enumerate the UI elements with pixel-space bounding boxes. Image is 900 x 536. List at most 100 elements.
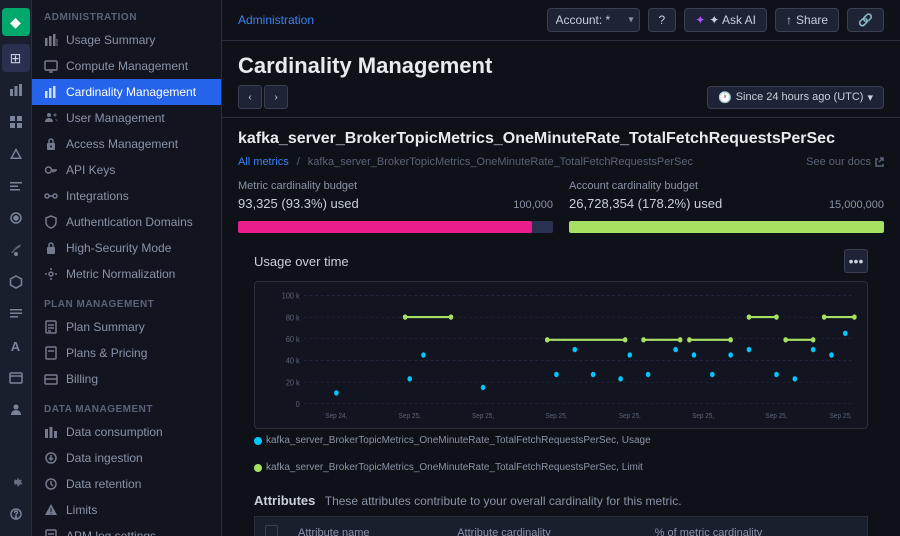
nav-label-metric-norm: Metric Normalization	[66, 267, 175, 281]
nav-panel: ADMINISTRATION Usage Summary Compute Man…	[32, 0, 222, 536]
next-arrow[interactable]: ›	[264, 85, 288, 109]
metric-bar-fill	[238, 221, 532, 233]
link-button[interactable]: 🔗	[847, 8, 884, 32]
top-bar: Administration Account: * ▾ ? ✦ ✦ Ask AI…	[222, 0, 900, 41]
attributes-desc: These attributes contribute to your over…	[325, 494, 682, 508]
see-docs-link[interactable]: See our docs	[806, 156, 884, 168]
nav-label-data-ingestion: Data ingestion	[66, 451, 143, 465]
help-circle-icon[interactable]	[2, 500, 30, 528]
brand-icon[interactable]: ◆	[2, 8, 30, 36]
svg-text:Sep 25,: Sep 25,	[545, 412, 567, 420]
breadcrumb-sep: /	[297, 156, 300, 168]
alert-icon[interactable]	[2, 140, 30, 168]
nav-item-plan-summary[interactable]: Plan Summary	[32, 314, 221, 340]
chart-title: Usage over time	[254, 254, 349, 269]
nav-item-integrations[interactable]: Integrations	[32, 183, 221, 209]
nav-item-auth-domains[interactable]: Authentication Domains	[32, 209, 221, 235]
nav-item-user-management[interactable]: User Management	[32, 105, 221, 131]
account-bar-fill	[569, 221, 884, 233]
attributes-title: Attributes	[254, 493, 315, 508]
nav-item-compute-management[interactable]: Compute Management	[32, 53, 221, 79]
nav-item-access-management[interactable]: Access Management	[32, 131, 221, 157]
svg-text:Sep 25,: Sep 25,	[765, 412, 787, 420]
metric-bar-track	[238, 221, 553, 233]
svg-text:Sep 25,: Sep 25,	[619, 412, 641, 420]
svg-text:Sep 24,: Sep 24,	[325, 412, 347, 420]
data-section-title: DATA MANAGEMENT	[32, 392, 221, 419]
hexagon-icon[interactable]	[2, 268, 30, 296]
nav-item-apm-logs[interactable]: APM log settings	[32, 523, 221, 536]
svg-text:Sep 25,: Sep 25,	[399, 412, 421, 420]
nav-item-plans-pricing[interactable]: Plans & Pricing	[32, 340, 221, 366]
account-select[interactable]: Account: *	[547, 8, 640, 32]
circle-dot-icon[interactable]	[2, 204, 30, 232]
nav-label-data-retention: Data retention	[66, 477, 141, 491]
nav-label-plans-pricing: Plans & Pricing	[66, 346, 147, 360]
nav-label-access: Access Management	[66, 137, 178, 151]
nav-label-plan-summary: Plan Summary	[66, 320, 145, 334]
chart-header: Usage over time •••	[254, 249, 868, 273]
breadcrumb[interactable]: Administration	[238, 13, 314, 27]
nav-arrows: ‹ ›	[238, 85, 288, 109]
svg-text:40 k: 40 k	[286, 356, 301, 366]
sidebar: ◆ ⊞ A	[0, 0, 32, 536]
ask-ai-button[interactable]: ✦ ✦ Ask AI	[684, 8, 767, 32]
query-icon[interactable]	[2, 172, 30, 200]
person-icon[interactable]	[2, 396, 30, 424]
telescope-icon[interactable]	[2, 236, 30, 264]
svg-text:20 k: 20 k	[286, 378, 301, 388]
svg-text:60 k: 60 k	[286, 334, 301, 344]
svg-text:0: 0	[296, 399, 301, 409]
select-all-checkbox[interactable]	[265, 525, 278, 536]
home-icon[interactable]: ⊞	[2, 44, 30, 72]
nav-item-metric-normalization[interactable]: Metric Normalization	[32, 261, 221, 287]
account-budget-card: Account cardinality budget 26,728,354 (1…	[569, 180, 884, 233]
svg-text:Sep 25,: Sep 25,	[692, 412, 714, 420]
attr-cardinality-header: Attribute cardinality	[447, 517, 644, 536]
nav-label-billing: Billing	[66, 372, 98, 386]
metric-budget-card: Metric cardinality budget 93,325 (93.3%)…	[238, 180, 553, 233]
share-icon: ↑	[786, 13, 792, 27]
prev-arrow[interactable]: ‹	[238, 85, 262, 109]
nav-item-data-ingestion[interactable]: Data ingestion	[32, 445, 221, 471]
nav-label-cardinality: Cardinality Management	[66, 85, 196, 99]
page-title: Cardinality Management	[238, 53, 884, 79]
account-bar-track	[569, 221, 884, 233]
nav-item-data-consumption[interactable]: Data consumption	[32, 419, 221, 445]
nav-item-billing[interactable]: Billing	[32, 366, 221, 392]
time-range-button[interactable]: 🕐 Since 24 hours ago (UTC) ▾	[707, 86, 884, 109]
nav-item-limits[interactable]: Limits	[32, 497, 221, 523]
help-button[interactable]: ?	[648, 8, 677, 32]
nav-item-usage-summary[interactable]: Usage Summary	[32, 27, 221, 53]
gear-icon[interactable]	[2, 468, 30, 496]
attributes-table: Attribute name Attribute cardinality % o…	[254, 516, 868, 536]
account-used-value: 26,728,354 (178.2%) used	[569, 196, 722, 211]
legend-usage: kafka_server_BrokerTopicMetrics_OneMinut…	[254, 435, 651, 446]
all-metrics-link[interactable]: All metrics	[238, 156, 289, 168]
nav-item-api-keys[interactable]: API Keys	[32, 157, 221, 183]
a-icon[interactable]: A	[2, 332, 30, 360]
nav-label-limits: Limits	[66, 503, 97, 517]
grid-icon[interactable]	[2, 108, 30, 136]
chart-area: 100 k 80 k 60 k 40 k 20 k 0	[254, 281, 868, 429]
nav-item-cardinality-management[interactable]: Cardinality Management	[32, 79, 221, 105]
nav-item-high-security[interactable]: High-Security Mode	[32, 235, 221, 261]
nav-label-compute: Compute Management	[66, 59, 188, 73]
svg-text:Sep 25,: Sep 25,	[472, 412, 494, 420]
chart-menu-button[interactable]: •••	[844, 249, 868, 273]
budget-row: Metric cardinality budget 93,325 (93.3%)…	[238, 180, 884, 233]
chart-bar-icon[interactable]	[2, 76, 30, 104]
legend-limit: kafka_server_BrokerTopicMetrics_OneMinut…	[254, 462, 643, 473]
plan-section-title: PLAN MANAGEMENT	[32, 287, 221, 314]
share-button[interactable]: ↑ Share	[775, 8, 839, 32]
nav-controls: ‹ › 🕐 Since 24 hours ago (UTC) ▾	[238, 85, 884, 109]
ai-icon: ✦	[695, 13, 705, 27]
time-range-label: Since 24 hours ago (UTC)	[736, 91, 864, 103]
lines-icon[interactable]	[2, 300, 30, 328]
checkbox-header	[255, 517, 289, 536]
browser-icon[interactable]	[2, 364, 30, 392]
top-bar-right: Account: * ▾ ? ✦ ✦ Ask AI ↑ Share 🔗	[547, 8, 884, 32]
attr-pct-header: % of metric cardinality	[645, 517, 868, 536]
nav-item-data-retention[interactable]: Data retention	[32, 471, 221, 497]
svg-text:100 k: 100 k	[282, 291, 301, 301]
